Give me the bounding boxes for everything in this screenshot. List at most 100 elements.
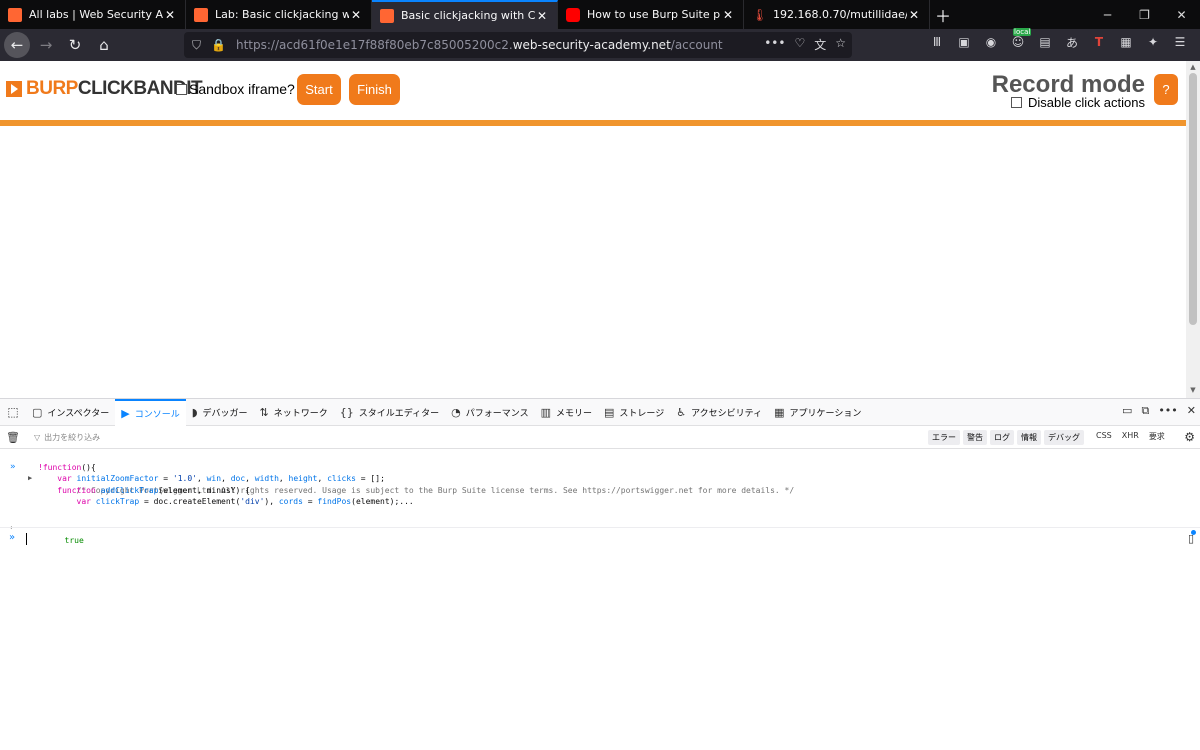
code-text: , bbox=[196, 474, 207, 483]
toolbar-icons: Ⅲ ▣ ◉ ☺ ▤ あ T ▦ ✦ ☰ bbox=[928, 28, 1189, 51]
level-errors-button[interactable]: エラー bbox=[928, 430, 960, 445]
more-icon[interactable]: ••• bbox=[764, 36, 785, 53]
tab-accessibility[interactable]: ♿ アクセシビリティ bbox=[670, 399, 768, 426]
finish-button[interactable]: Finish bbox=[349, 74, 400, 105]
tab-debugger[interactable]: ◗ デバッガー bbox=[186, 399, 254, 426]
tab-network[interactable]: ⇅ ネットワーク bbox=[254, 399, 334, 426]
tab-label: スタイルエディター bbox=[358, 408, 440, 419]
url-bar[interactable]: ⛉ 🔒 https://acd61f0e1e17f88f80eb7c850052… bbox=[184, 32, 852, 58]
lock-icon[interactable]: 🔒 bbox=[211, 38, 226, 52]
url-text[interactable]: https://acd61f0e1e17f88f80eb7c85005200c2… bbox=[236, 38, 723, 52]
sandbox-checkbox[interactable]: Sandbox iframe? bbox=[176, 81, 295, 97]
close-icon[interactable]: ✕ bbox=[721, 8, 735, 22]
tab-label: ネットワーク bbox=[273, 408, 328, 419]
filter-css-button[interactable]: CSS bbox=[1096, 431, 1112, 442]
help-button[interactable]: ? bbox=[1154, 74, 1178, 105]
scroll-down-icon[interactable]: ▼ bbox=[1186, 386, 1200, 396]
close-icon[interactable]: ✕ bbox=[349, 8, 363, 22]
extension-translate-icon[interactable]: ▤ bbox=[1036, 33, 1054, 51]
element-picker-icon[interactable]: ⬚ bbox=[0, 399, 26, 426]
more-options-icon[interactable]: ••• bbox=[1158, 404, 1177, 418]
extension-grid-icon[interactable]: ▦ bbox=[1117, 33, 1135, 51]
tab-title: All labs | Web Security Academy bbox=[29, 8, 163, 21]
code-identifier: initialZoomFactor bbox=[76, 474, 159, 483]
youtube-icon bbox=[566, 7, 580, 22]
level-debug-button[interactable]: デバッグ bbox=[1044, 430, 1084, 445]
page-content: BURP CLICKBANDIT Sandbox iframe? Start Fi… bbox=[0, 61, 1186, 398]
bookmark-star-icon[interactable]: ☆ bbox=[835, 36, 846, 53]
shield-icon[interactable]: ⛉ bbox=[192, 38, 201, 53]
browser-tab[interactable]: How to use Burp Suite projects ✕ bbox=[558, 0, 744, 29]
level-warnings-button[interactable]: 警告 bbox=[963, 430, 987, 445]
gear-icon[interactable]: ⚙ bbox=[1184, 430, 1195, 444]
level-logs-button[interactable]: ログ bbox=[990, 430, 1014, 445]
code-text: (element);... bbox=[351, 497, 414, 506]
start-button[interactable]: Start bbox=[297, 74, 341, 105]
pocket-icon[interactable]: ♡ bbox=[794, 36, 805, 53]
scroll-up-icon[interactable]: ▲ bbox=[1186, 63, 1200, 73]
tab-label: メモリー bbox=[556, 408, 593, 419]
extension-t-icon[interactable]: T bbox=[1090, 33, 1108, 51]
tab-label: デバッガー bbox=[202, 408, 248, 419]
accessibility-icon: ♿ bbox=[676, 405, 687, 419]
code-text: , bbox=[278, 474, 289, 483]
filter-input[interactable]: ▽ 出力を絞り込み bbox=[34, 432, 100, 443]
disable-click-actions-checkbox[interactable]: Disable click actions bbox=[1010, 95, 1145, 110]
forward-icon[interactable]: → bbox=[33, 32, 59, 58]
browser-tab[interactable]: Lab: Basic clickjacking with CSRF ✕ bbox=[186, 0, 372, 29]
filter-xhr-button[interactable]: XHR bbox=[1122, 431, 1139, 442]
code-text: = bbox=[158, 474, 173, 483]
tab-application[interactable]: ▦ アプリケーション bbox=[768, 399, 867, 426]
tab-performance[interactable]: ◔ パフォーマンス bbox=[445, 399, 534, 426]
tab-label: アクセシビリティ bbox=[691, 408, 763, 419]
browser-tab[interactable]: 🌡 192.168.0.70/mutillidae/ ✕ bbox=[744, 0, 930, 29]
scrollbar-thumb[interactable] bbox=[1189, 73, 1197, 325]
tab-console[interactable]: ▶ コンソール bbox=[115, 398, 186, 426]
close-devtools-icon[interactable]: ✕ bbox=[1187, 404, 1196, 418]
tab-label: インスペクター bbox=[47, 408, 110, 419]
inspector-icon: ▢ bbox=[32, 405, 43, 419]
extensions-icon[interactable]: ✦ bbox=[1144, 33, 1162, 51]
sidebar-icon[interactable]: ▣ bbox=[955, 33, 973, 51]
tab-style-editor[interactable]: {} スタイルエディター bbox=[334, 399, 445, 426]
extension-local-icon[interactable]: ☺ bbox=[1009, 28, 1032, 51]
code-string: '1.0' bbox=[172, 474, 197, 483]
translate-icon[interactable]: 文 bbox=[814, 36, 826, 53]
close-icon[interactable]: ✕ bbox=[163, 8, 177, 22]
tab-storage[interactable]: ▤ ストレージ bbox=[598, 399, 670, 426]
editor-mode-icon[interactable]: ▯ bbox=[1188, 530, 1197, 545]
console-filter-bar: 🗑 ▽ 出力を絞り込み エラー 警告 ログ 情報 デバッグ CSS XHR 要求 … bbox=[0, 427, 1200, 449]
home-icon[interactable]: ⌂ bbox=[91, 32, 117, 58]
console-input[interactable]: » ▯ bbox=[0, 527, 1200, 549]
disable-checkbox-box[interactable] bbox=[1010, 97, 1022, 108]
minimize-icon[interactable]: ─ bbox=[1089, 0, 1126, 29]
window-controls: ─ ❐ ✕ bbox=[1089, 0, 1200, 29]
sandbox-label: Sandbox iframe? bbox=[189, 81, 295, 97]
new-tab-button[interactable]: ＋ bbox=[930, 0, 956, 29]
level-info-button[interactable]: 情報 bbox=[1017, 430, 1041, 445]
reload-icon[interactable]: ↻ bbox=[62, 32, 88, 58]
tab-inspector[interactable]: ▢ インスペクター bbox=[26, 399, 115, 426]
clickbandit-logo: BURP CLICKBANDIT bbox=[6, 78, 203, 99]
code-string: 'div' bbox=[240, 497, 265, 506]
filter-requests-button[interactable]: 要求 bbox=[1149, 431, 1165, 442]
page-scrollbar[interactable]: ▲ ▼ bbox=[1186, 61, 1200, 398]
close-window-icon[interactable]: ✕ bbox=[1163, 0, 1200, 29]
split-console-icon[interactable]: ▭ bbox=[1122, 404, 1132, 418]
filter-icon: ▽ bbox=[34, 433, 41, 442]
close-icon[interactable]: ✕ bbox=[907, 8, 921, 22]
browser-tab-active[interactable]: Basic clickjacking with CSRF token ✕ bbox=[372, 0, 558, 29]
back-icon[interactable]: ← bbox=[4, 32, 30, 58]
close-icon[interactable]: ✕ bbox=[535, 9, 549, 23]
extension-language-icon[interactable]: あ bbox=[1063, 33, 1081, 51]
account-icon[interactable]: ◉ bbox=[982, 33, 1000, 51]
code-text: = bbox=[302, 497, 318, 506]
tab-memory[interactable]: ▥ メモリー bbox=[535, 399, 598, 426]
library-icon[interactable]: Ⅲ bbox=[928, 33, 946, 51]
restore-icon[interactable]: ❐ bbox=[1126, 0, 1163, 29]
browser-tab[interactable]: All labs | Web Security Academy ✕ bbox=[0, 0, 186, 29]
trash-icon[interactable]: 🗑 bbox=[0, 431, 26, 444]
sandbox-checkbox-box[interactable] bbox=[176, 83, 187, 95]
menu-icon[interactable]: ☰ bbox=[1171, 33, 1189, 51]
dock-icon[interactable]: ⧉ bbox=[1141, 404, 1149, 418]
